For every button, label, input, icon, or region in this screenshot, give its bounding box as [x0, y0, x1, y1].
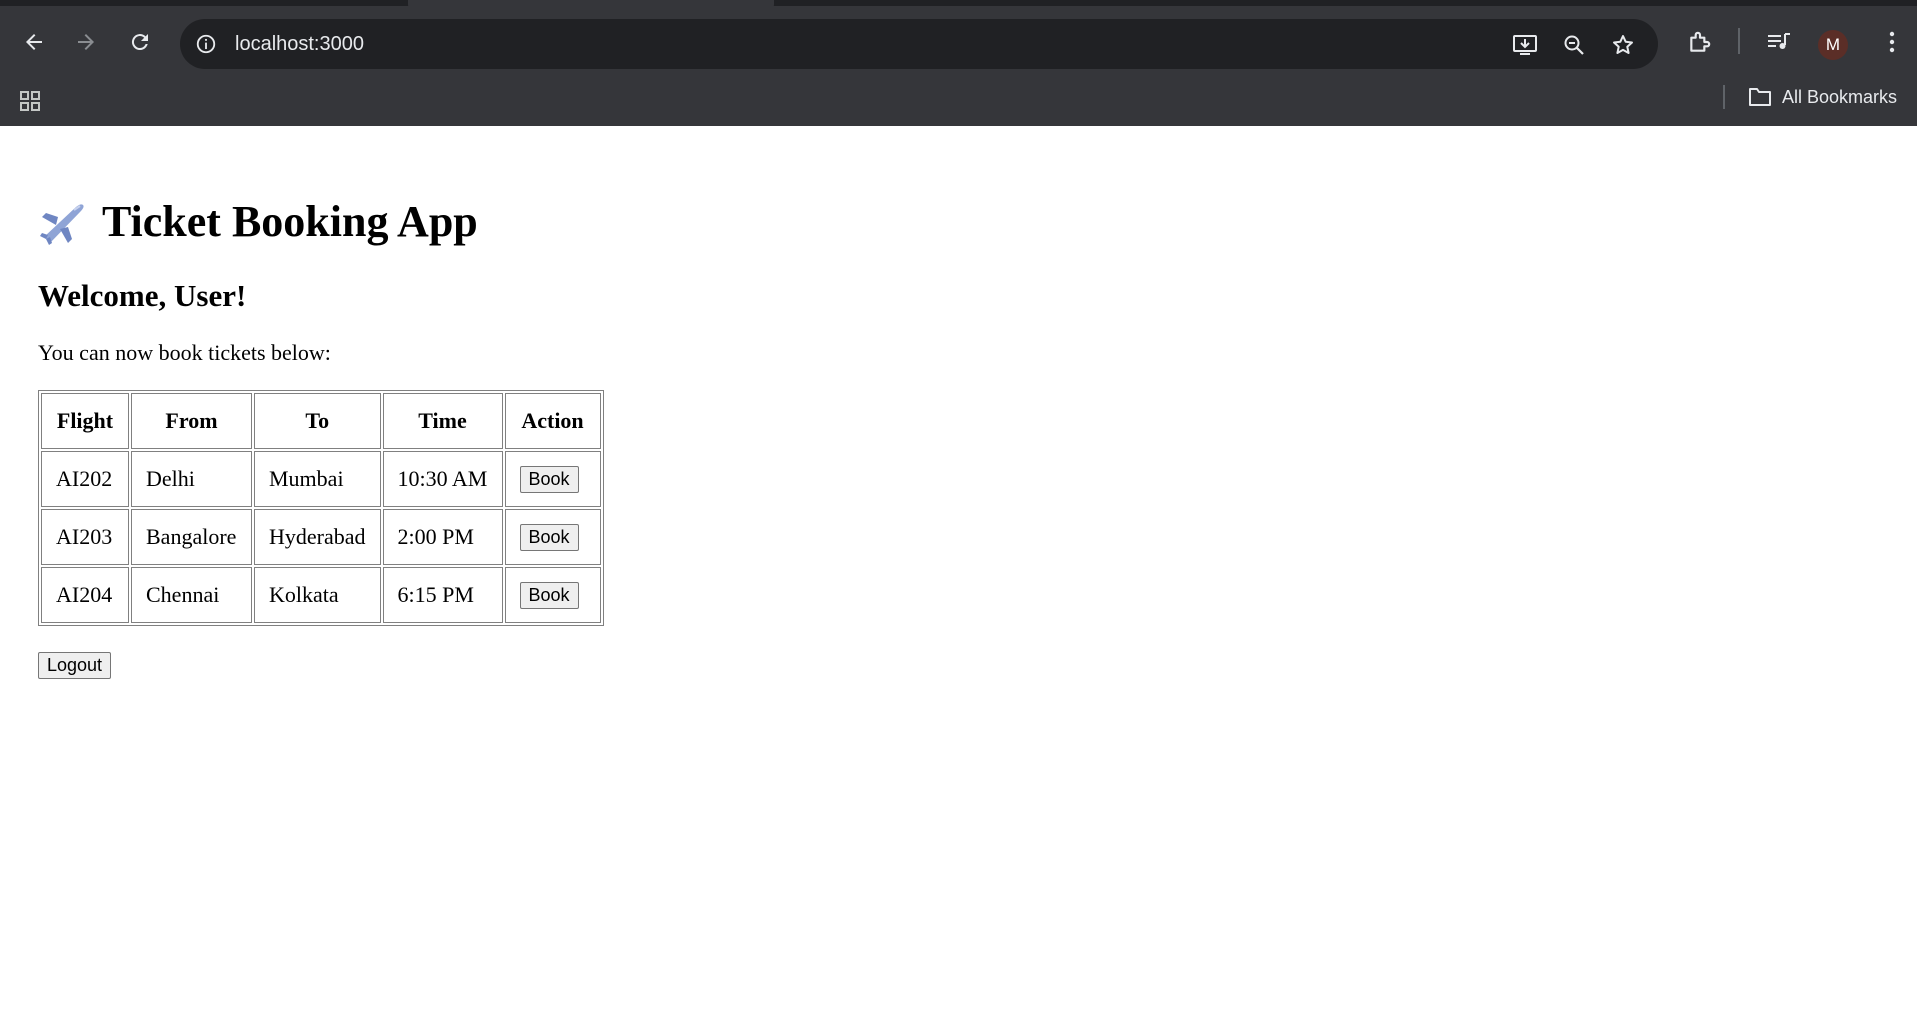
- header-from: From: [131, 393, 252, 449]
- cell-from: Chennai: [131, 567, 252, 623]
- forward-button[interactable]: [68, 24, 104, 60]
- url-text[interactable]: localhost:3000: [235, 19, 364, 69]
- cell-time: 10:30 AM: [382, 451, 503, 507]
- extensions-icon[interactable]: [1684, 26, 1716, 58]
- airplane-icon: [40, 203, 84, 245]
- zoom-icon[interactable]: [1561, 32, 1587, 58]
- cell-to: Mumbai: [254, 451, 381, 507]
- cell-from: Bangalore: [131, 509, 252, 565]
- header-time: Time: [382, 393, 503, 449]
- bookmarks-bar: All Bookmarks: [0, 77, 1917, 126]
- reload-icon: [131, 34, 148, 51]
- cell-time: 6:15 PM: [382, 567, 503, 623]
- page-title-text: Ticket Booking App: [102, 197, 478, 246]
- cell-from: Delhi: [131, 451, 252, 507]
- table-row: AI203 Bangalore Hyderabad 2:00 PM Book: [41, 509, 601, 565]
- bookmarks-separator: [1723, 85, 1725, 109]
- table-header-row: Flight From To Time Action: [41, 393, 601, 449]
- intro-text: You can now book tickets below:: [38, 340, 331, 365]
- cell-action: Book: [504, 509, 601, 565]
- cell-to: Hyderabad: [254, 509, 381, 565]
- book-button-ai202[interactable]: Book: [519, 466, 579, 493]
- back-arrow-icon: [26, 34, 42, 50]
- browser-toolbar: localhost:3000 M: [0, 6, 1917, 72]
- cell-to: Kolkata: [254, 567, 381, 623]
- forward-arrow-icon: [78, 34, 94, 50]
- table-row: AI202 Delhi Mumbai 10:30 AM Book: [41, 451, 601, 507]
- book-button-ai204[interactable]: Book: [519, 582, 579, 609]
- book-button-ai203[interactable]: Book: [519, 524, 579, 551]
- welcome-heading: Welcome, User!: [38, 278, 247, 313]
- header-flight: Flight: [41, 393, 129, 449]
- browser-chrome: localhost:3000 M: [0, 0, 1917, 77]
- address-bar[interactable]: localhost:3000: [180, 19, 1658, 69]
- apps-grid-icon[interactable]: [16, 87, 44, 115]
- cell-time: 2:00 PM: [382, 509, 503, 565]
- header-action: Action: [504, 393, 601, 449]
- all-bookmarks-label: All Bookmarks: [1782, 86, 1898, 107]
- browser-menu-icon[interactable]: [1876, 26, 1908, 58]
- cell-flight: AI204: [41, 567, 129, 623]
- toolbar-separator: [1738, 28, 1740, 54]
- table-row: AI204 Chennai Kolkata 6:15 PM Book: [41, 567, 601, 623]
- site-info-icon[interactable]: [194, 32, 218, 56]
- folder-icon: [1749, 88, 1771, 106]
- all-bookmarks-button[interactable]: All Bookmarks: [1748, 77, 1897, 117]
- reload-button[interactable]: [122, 24, 158, 60]
- profile-avatar[interactable]: M: [1818, 30, 1848, 60]
- flights-table: Flight From To Time Action AI202 Delhi M…: [38, 390, 604, 626]
- install-app-icon[interactable]: [1512, 32, 1538, 58]
- back-button[interactable]: [16, 24, 52, 60]
- logout-button[interactable]: Logout: [38, 652, 112, 679]
- cell-action: Book: [504, 451, 601, 507]
- media-controls-icon[interactable]: [1763, 26, 1795, 58]
- cell-flight: AI203: [41, 509, 129, 565]
- page-title: Ticket Booking App: [38, 196, 478, 247]
- bookmark-star-icon[interactable]: [1610, 32, 1636, 58]
- header-to: To: [254, 393, 381, 449]
- cell-flight: AI202: [41, 451, 129, 507]
- cell-action: Book: [504, 567, 601, 623]
